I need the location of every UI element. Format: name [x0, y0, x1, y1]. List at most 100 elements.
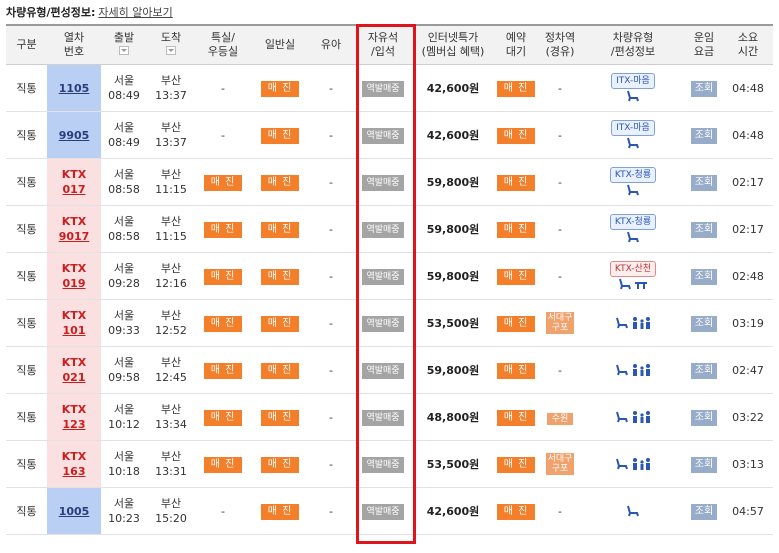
- general-seat-sold-button[interactable]: 매 진: [261, 127, 299, 144]
- fare-lookup-button[interactable]: 조회: [691, 362, 717, 379]
- stops-none: -: [558, 222, 562, 236]
- table-row: 직통 KTX 019 서울 09:28 부산 12:16 매 진매 진 - 역발매중 59,800원…: [6, 252, 773, 300]
- free-seat-button[interactable]: 역발매중: [362, 456, 404, 473]
- stops-button[interactable]: 서대구 구포: [545, 453, 575, 475]
- train-number-link[interactable]: 1005: [59, 505, 90, 518]
- general-seat-sold-button[interactable]: 매 진: [261, 409, 299, 426]
- fare-lookup-button[interactable]: 조회: [691, 174, 717, 191]
- fare-cell: 조회: [685, 205, 723, 253]
- departure-cell: 서울 10:23: [101, 487, 147, 535]
- vehicle-type-badge[interactable]: KTX-산천: [609, 260, 657, 277]
- train-number-cell: KTX 163: [47, 440, 101, 488]
- train-number-link[interactable]: 123: [63, 418, 86, 431]
- waitlist-sold-button[interactable]: 매 진: [497, 268, 535, 285]
- general-seat-sold-button[interactable]: 매 진: [261, 503, 299, 520]
- waitlist-sold-button[interactable]: 매 진: [497, 221, 535, 238]
- general-seat-sold-button[interactable]: 매 진: [261, 174, 299, 191]
- fare-lookup-button[interactable]: 조회: [691, 315, 717, 332]
- waitlist-sold-button[interactable]: 매 진: [497, 174, 535, 191]
- sort-icon[interactable]: [166, 46, 176, 55]
- free-seat-button[interactable]: 역발매중: [362, 268, 404, 285]
- departure-cell: 서울 10:18: [101, 440, 147, 488]
- free-seat-button[interactable]: 역발매중: [362, 315, 404, 332]
- train-number-link[interactable]: 101: [63, 324, 86, 337]
- free-seat-button[interactable]: 역발매중: [362, 221, 404, 238]
- general-seat-sold-button[interactable]: 매 진: [261, 362, 299, 379]
- details-link[interactable]: 자세히 알아보기: [98, 6, 172, 19]
- arrival-time: 13:34: [155, 418, 187, 431]
- special-seat-sold-button[interactable]: 매 진: [204, 456, 242, 473]
- vehicle-type-badge[interactable]: ITX-마음: [611, 119, 655, 136]
- arrival-station: 부산: [160, 356, 182, 369]
- free-seat-button[interactable]: 역발매중: [362, 503, 404, 520]
- free-seat-button[interactable]: 역발매중: [362, 409, 404, 426]
- seat-icon: [616, 458, 628, 469]
- special-seat-sold-button[interactable]: 매 진: [204, 174, 242, 191]
- general-seat-sold-button[interactable]: 매 진: [261, 456, 299, 473]
- column-header-label: 도착: [160, 31, 182, 44]
- arrival-station: 부산: [160, 403, 182, 416]
- stops-button[interactable]: 서대구 구포: [545, 312, 575, 334]
- general-seat-sold-button[interactable]: 매 진: [261, 221, 299, 238]
- stops-cell: -: [539, 346, 581, 394]
- fare-lookup-button[interactable]: 조회: [691, 221, 717, 238]
- arrival-station: 부산: [160, 121, 182, 134]
- vehicle-type-cell: [581, 346, 685, 394]
- train-number-link[interactable]: 1105: [59, 82, 90, 95]
- train-number-link[interactable]: 9905: [59, 129, 90, 142]
- route-type: 직통: [6, 158, 47, 206]
- fare-lookup-button[interactable]: 조회: [691, 268, 717, 285]
- general-seat-cell: 매 진: [251, 440, 309, 488]
- vehicle-type-badge[interactable]: KTX-청룡: [609, 166, 657, 183]
- waitlist-sold-button[interactable]: 매 진: [497, 456, 535, 473]
- column-header-sublabel: 우등실: [207, 45, 239, 58]
- fare-lookup-button[interactable]: 조회: [691, 503, 717, 520]
- fare-lookup-button[interactable]: 조회: [691, 409, 717, 426]
- route-type: 직통: [6, 205, 47, 253]
- arrival-time: 12:16: [155, 277, 187, 290]
- train-number-link[interactable]: 019: [63, 277, 86, 290]
- special-seat-sold-button[interactable]: 매 진: [204, 315, 242, 332]
- internet-price: 53,500원: [413, 440, 493, 488]
- vehicle-type-badge[interactable]: KTX-청룡: [609, 213, 657, 230]
- special-seat-sold-button[interactable]: 매 진: [204, 409, 242, 426]
- waitlist-sold-button[interactable]: 매 진: [497, 409, 535, 426]
- waitlist-sold-button[interactable]: 매 진: [497, 503, 535, 520]
- vehicle-type-cell: [581, 487, 685, 535]
- arrival-cell: 부산 12:16: [147, 252, 195, 300]
- general-seat-sold-button[interactable]: 매 진: [261, 268, 299, 285]
- free-seat-button[interactable]: 역발매중: [362, 80, 404, 97]
- duration: 03:13: [723, 440, 773, 488]
- general-seat-cell: 매 진: [251, 111, 309, 159]
- fare-lookup-button[interactable]: 조회: [691, 80, 717, 97]
- column-header-label: 일반실: [264, 38, 296, 51]
- fare-lookup-button[interactable]: 조회: [691, 456, 717, 473]
- fare-lookup-button[interactable]: 조회: [691, 127, 717, 144]
- departure-station: 서울: [113, 168, 135, 181]
- waitlist-sold-button[interactable]: 매 진: [497, 362, 535, 379]
- vehicle-type-badge[interactable]: ITX-마음: [611, 72, 655, 89]
- seat-icon: [616, 364, 628, 375]
- free-seat-button[interactable]: 역발매중: [362, 174, 404, 191]
- infant-cell: -: [309, 393, 353, 441]
- general-seat-sold-button[interactable]: 매 진: [261, 80, 299, 97]
- column-header: 구분: [6, 24, 47, 65]
- waitlist-sold-button[interactable]: 매 진: [497, 80, 535, 97]
- free-seat-button[interactable]: 역발매중: [362, 362, 404, 379]
- internet-price: 59,800원: [413, 346, 493, 394]
- train-number-link[interactable]: 163: [63, 465, 86, 478]
- special-seat-sold-button[interactable]: 매 진: [204, 268, 242, 285]
- route-type: 직통: [6, 346, 47, 394]
- free-seat-button[interactable]: 역발매중: [362, 127, 404, 144]
- general-seat-sold-button[interactable]: 매 진: [261, 315, 299, 332]
- stops-button[interactable]: 수원: [547, 412, 573, 425]
- column-header: 인터넷특가 (멤버십 혜택): [413, 24, 493, 65]
- train-number-link[interactable]: 017: [63, 183, 86, 196]
- waitlist-sold-button[interactable]: 매 진: [497, 127, 535, 144]
- train-number-link[interactable]: 021: [63, 371, 86, 384]
- train-number-link[interactable]: 9017: [59, 230, 90, 243]
- waitlist-sold-button[interactable]: 매 진: [497, 315, 535, 332]
- special-seat-sold-button[interactable]: 매 진: [204, 221, 242, 238]
- special-seat-sold-button[interactable]: 매 진: [204, 362, 242, 379]
- sort-icon[interactable]: [119, 46, 129, 55]
